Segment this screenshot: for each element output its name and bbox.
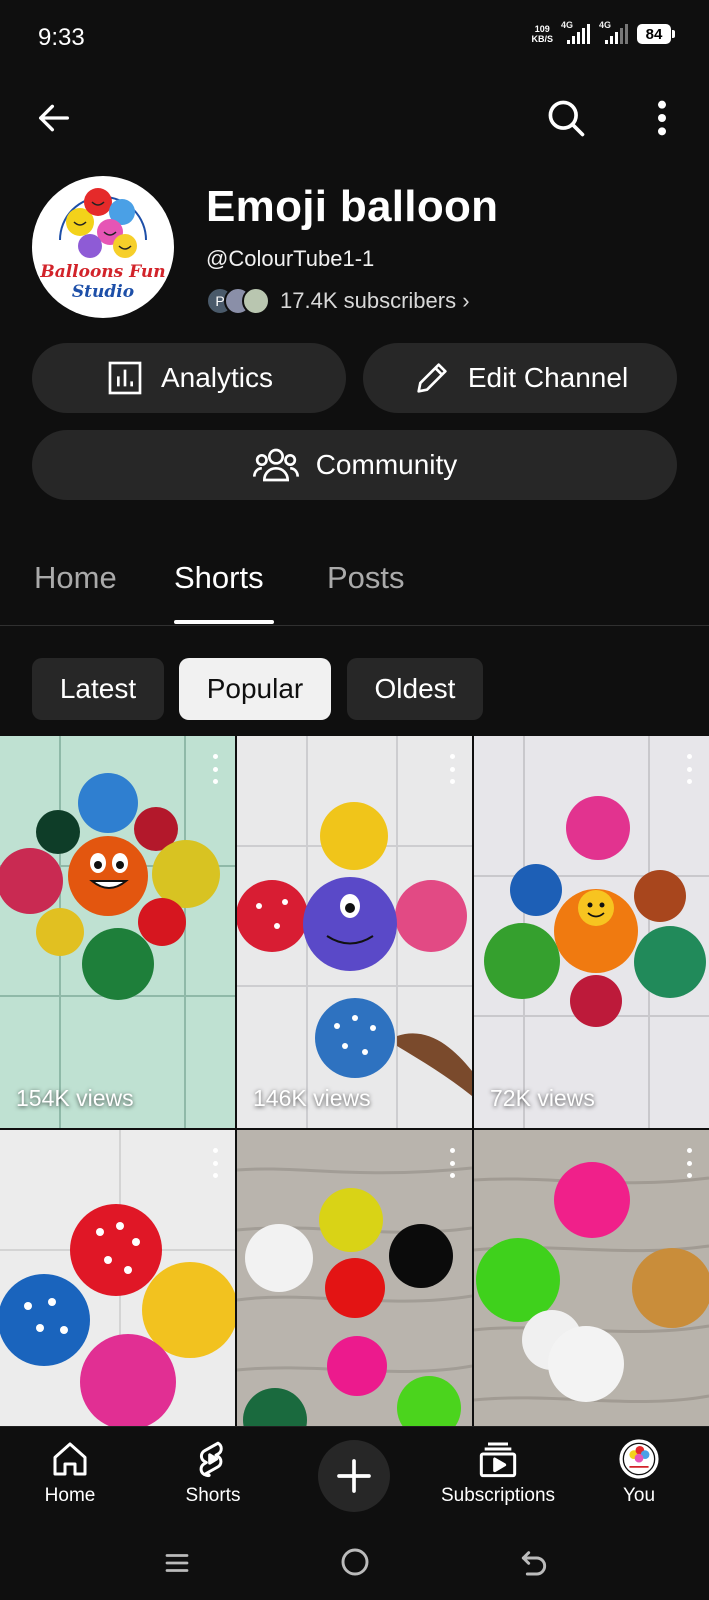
- home-icon: [53, 1442, 87, 1476]
- signal-label: 4G: [561, 20, 574, 30]
- battery-icon: 84: [637, 24, 675, 44]
- channel-title: Emoji balloon: [206, 182, 499, 231]
- analytics-label: Analytics: [160, 362, 274, 393]
- profile-avatar-icon: [619, 1439, 659, 1479]
- view-count: 154K views: [16, 1085, 134, 1111]
- more-vertical-icon[interactable]: [683, 1148, 695, 1178]
- edit-channel-button[interactable]: Edit Channel: [363, 343, 677, 413]
- short-thumbnail[interactable]: 72K views: [474, 736, 709, 1128]
- signal-icon: 4G: [599, 20, 629, 44]
- more-options-button[interactable]: [638, 94, 686, 142]
- nav-home-label: Home: [44, 1485, 96, 1506]
- more-vertical-icon[interactable]: [209, 754, 221, 784]
- chip-oldest[interactable]: Oldest: [347, 658, 483, 720]
- nav-subscriptions-label: Subscriptions: [440, 1485, 556, 1506]
- top-app-bar: [0, 88, 709, 148]
- more-vertical-icon[interactable]: [209, 1148, 221, 1178]
- community-button[interactable]: Community: [32, 430, 677, 500]
- nav-shorts-label: Shorts: [185, 1485, 241, 1506]
- balloons-logo: Balloons Fun Studio: [33, 177, 173, 317]
- system-back-icon[interactable]: [518, 1546, 550, 1578]
- pencil-icon: [417, 363, 447, 393]
- channel-handle: @ColourTube1-1: [206, 246, 375, 271]
- search-button[interactable]: [542, 94, 590, 142]
- plus-icon: [337, 1459, 371, 1493]
- signal-label: 4G: [599, 20, 612, 30]
- home-circle-icon[interactable]: [339, 1546, 371, 1578]
- view-count: 72K views: [490, 1085, 595, 1111]
- nav-you[interactable]: You: [614, 1439, 664, 1507]
- subscribers-row[interactable]: P 17.4K subscribers ›: [206, 285, 470, 317]
- subscriptions-icon: [479, 1442, 517, 1478]
- chip-latest[interactable]: Latest: [32, 658, 164, 720]
- tab-home[interactable]: Home: [34, 560, 117, 596]
- search-icon: [548, 100, 585, 137]
- system-navigation-bar: [0, 1526, 709, 1600]
- more-vertical-icon[interactable]: [446, 754, 458, 784]
- back-button[interactable]: [30, 94, 78, 142]
- active-tab-indicator: [174, 620, 274, 624]
- nav-you-label: You: [622, 1485, 656, 1506]
- channel-avatar[interactable]: Balloons Fun Studio: [32, 176, 174, 318]
- community-label: Community: [315, 449, 458, 480]
- tab-posts[interactable]: Posts: [327, 560, 405, 596]
- subscriber-avatar: [242, 287, 270, 315]
- people-icon: [252, 448, 299, 482]
- shorts-icon: [199, 1441, 223, 1478]
- thumbnail-image: [237, 736, 472, 1128]
- bar-chart-icon: [108, 361, 142, 395]
- create-button[interactable]: [318, 1440, 390, 1512]
- channel-tabs: Home Shorts Posts: [0, 546, 709, 626]
- short-thumbnail[interactable]: [0, 1130, 235, 1426]
- logo-text-line1: Balloons Fun: [39, 262, 165, 282]
- shorts-grid: 154K views 146K views 72K views: [0, 736, 709, 1426]
- thumbnail-image: [474, 736, 709, 1128]
- thumbnail-image: [0, 736, 235, 1128]
- network-speed-unit: KB/S: [531, 34, 553, 44]
- status-bar: 9:33 109 KB/S 4G 4G 84: [0, 0, 709, 78]
- more-vertical-icon[interactable]: [683, 754, 695, 784]
- short-thumbnail[interactable]: 154K views: [0, 736, 235, 1128]
- more-vertical-icon[interactable]: [446, 1148, 458, 1178]
- chip-popular[interactable]: Popular: [179, 658, 331, 720]
- status-time: 9:33: [38, 24, 85, 51]
- nav-subscriptions[interactable]: Subscriptions: [433, 1439, 563, 1507]
- analytics-button[interactable]: Analytics: [32, 343, 346, 413]
- network-speed: 109 KB/S: [531, 24, 553, 44]
- logo-text-line2: Studio: [72, 282, 134, 302]
- status-icons: 109 KB/S 4G 4G 84: [531, 20, 675, 44]
- recent-apps-icon[interactable]: [162, 1548, 192, 1578]
- arrow-left-icon: [39, 104, 70, 132]
- view-count: 146K views: [253, 1085, 371, 1111]
- thumbnail-image: [237, 1130, 472, 1426]
- nav-shorts[interactable]: Shorts: [180, 1439, 246, 1507]
- signal-icon: 4G: [561, 20, 591, 44]
- network-speed-value: 109: [534, 24, 550, 34]
- thumbnail-image: [0, 1130, 235, 1426]
- thumbnail-image: [474, 1130, 709, 1426]
- more-vertical-icon: [658, 100, 666, 136]
- short-thumbnail[interactable]: [237, 1130, 472, 1426]
- bottom-navigation: Home Shorts Subscriptions You: [0, 1426, 709, 1526]
- nav-home[interactable]: Home: [40, 1439, 100, 1507]
- short-thumbnail[interactable]: [474, 1130, 709, 1426]
- tab-shorts[interactable]: Shorts: [174, 560, 264, 596]
- short-thumbnail[interactable]: 146K views: [237, 736, 472, 1128]
- edit-channel-label: Edit Channel: [467, 362, 629, 393]
- subscriber-count: 17.4K subscribers ›: [280, 288, 470, 313]
